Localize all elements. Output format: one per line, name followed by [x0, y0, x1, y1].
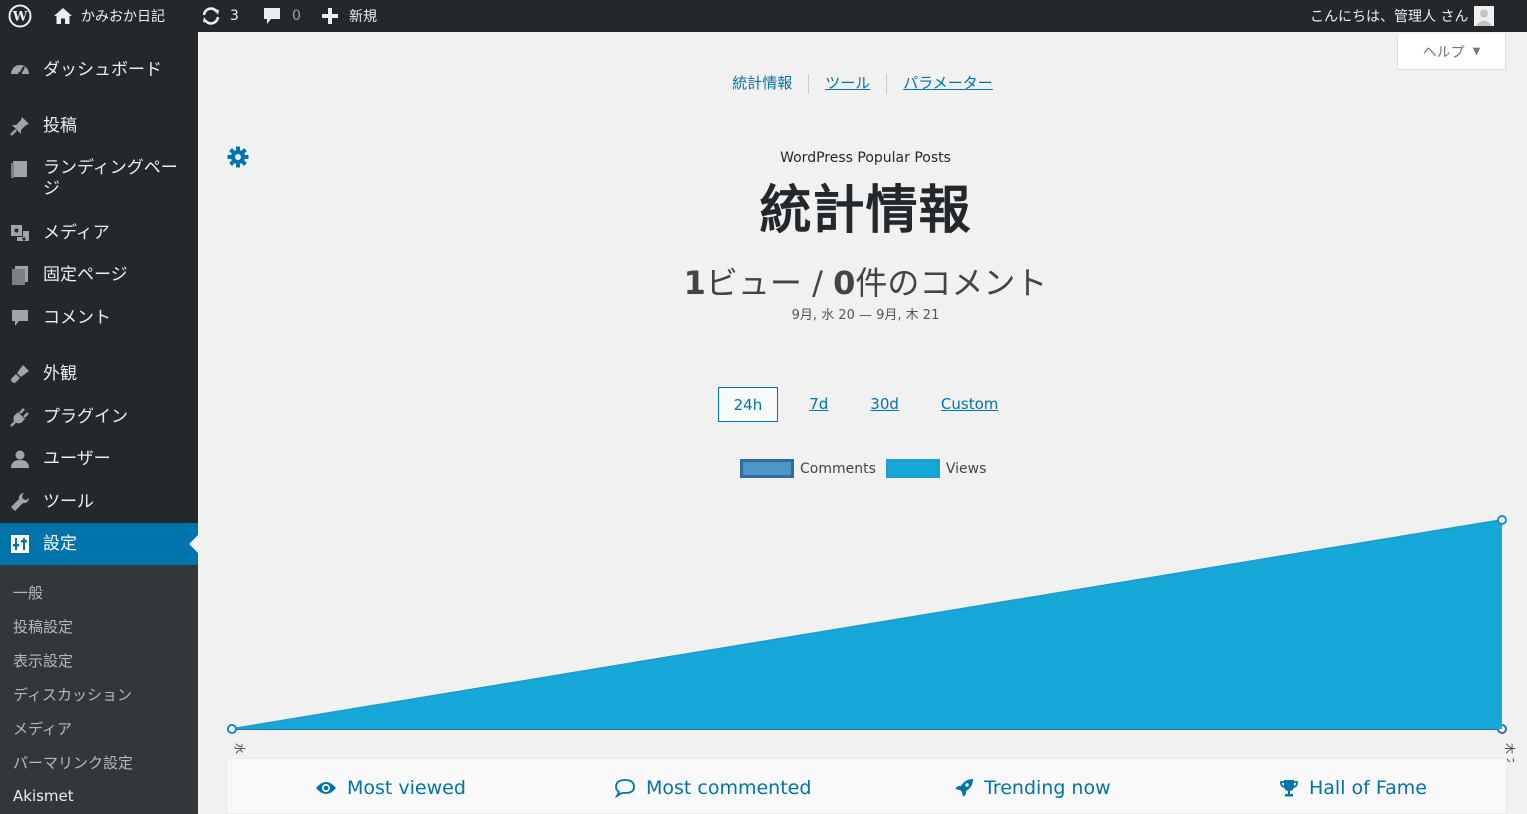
- menu-landing-pages[interactable]: ランディングペー ジ: [0, 158, 198, 208]
- comments-count: 0: [292, 8, 301, 24]
- plugin-subnav: 統計情報 ツール パラメーター: [198, 72, 1527, 94]
- comments-label: 件のコメント: [855, 264, 1048, 302]
- range-tab-24h[interactable]: 24h: [717, 387, 779, 422]
- comment-icon: [264, 8, 280, 24]
- menu-label: ダッシュボード: [43, 60, 162, 80]
- wrench-icon: [11, 492, 30, 511]
- posts-tabs: Most viewed Most commented Trending now …: [226, 758, 1507, 814]
- home-icon: [54, 8, 72, 24]
- menu-plugins[interactable]: プラグイン: [0, 406, 198, 440]
- submenu-item-writing[interactable]: 投稿設定: [13, 616, 73, 637]
- menu-appearance[interactable]: 外観: [0, 363, 198, 397]
- plus-icon: [322, 8, 338, 24]
- media-icon: [11, 225, 29, 241]
- menu-label: コメント: [43, 308, 111, 328]
- range-tab-7d[interactable]: 7d: [794, 387, 843, 422]
- eye-icon: [316, 782, 336, 794]
- menu-posts[interactable]: 投稿: [0, 115, 198, 149]
- menu-label: ユーザー: [43, 449, 111, 469]
- subnav-tools[interactable]: ツール: [809, 74, 886, 92]
- menu-label: 外観: [43, 364, 77, 384]
- submenu-item-akismet[interactable]: Akismet: [13, 787, 74, 805]
- stats-summary: 1ビュー / 0件のコメント: [198, 258, 1527, 304]
- tab-most-viewed[interactable]: Most viewed: [315, 777, 466, 799]
- book-icon: [11, 161, 27, 178]
- range-tab-30d[interactable]: 30d: [855, 387, 914, 422]
- date-range: 9月, 水 20 — 9月, 木 21: [791, 308, 940, 323]
- subnav-stats[interactable]: 統計情報: [716, 74, 808, 92]
- menu-label: メディア: [43, 223, 110, 243]
- range-tabs: 24h 7d 30d Custom: [198, 387, 1527, 422]
- help-button[interactable]: ヘルプ ▼: [1397, 34, 1506, 70]
- submenu-item-discussion[interactable]: ディスカッション: [13, 684, 132, 705]
- comments-link[interactable]: 0: [262, 0, 301, 32]
- menu-label: 投稿: [43, 116, 77, 136]
- new-content-link[interactable]: 新規: [321, 0, 377, 32]
- range-tab-custom[interactable]: Custom: [926, 387, 1013, 422]
- tab-hall-of-fame[interactable]: Hall of Fame: [1279, 777, 1427, 799]
- point-views[interactable]: [227, 724, 237, 734]
- submenu-item-permalinks[interactable]: パーマリンク設定: [13, 752, 133, 773]
- page-icon: [12, 266, 28, 285]
- plugin-name: WordPress Popular Posts: [780, 150, 951, 166]
- submenu-item-reading[interactable]: 表示設定: [13, 650, 73, 671]
- menu-comments[interactable]: コメント: [0, 307, 198, 341]
- speech-bubble-icon: [614, 779, 635, 798]
- submenu-item-media[interactable]: メディア: [13, 718, 72, 739]
- svg-text:W: W: [12, 10, 28, 25]
- my-account-link[interactable]: こんにちは、管理人 さん: [1310, 0, 1495, 32]
- dashboard-icon: [11, 65, 29, 76]
- menu-dashboard[interactable]: ダッシュボード: [0, 59, 198, 93]
- wordpress-logo-icon[interactable]: W: [8, 0, 32, 32]
- page-title: 統計情報: [759, 181, 972, 241]
- user-icon: [11, 450, 29, 468]
- brush-icon: [11, 365, 29, 383]
- menu-label: プラグイン: [43, 407, 128, 427]
- subnav-parameters[interactable]: パラメーター: [887, 74, 1009, 92]
- menu-label: 設定: [43, 534, 77, 554]
- updates-icon: [202, 7, 220, 25]
- help-label: ヘルプ: [1422, 44, 1465, 61]
- menu-pages[interactable]: 固定ページ: [0, 264, 198, 298]
- greeting: こんにちは、管理人 さん: [1310, 9, 1469, 25]
- tab-label: Trending now: [984, 777, 1111, 799]
- views-count: 1: [683, 264, 706, 302]
- menu-label: ランディングペー ジ: [43, 158, 178, 199]
- plugin-icon: [10, 408, 29, 427]
- tab-trending-now[interactable]: Trending now: [954, 777, 1111, 799]
- site-home-link[interactable]: かみおか日記: [53, 0, 165, 32]
- stats-chart: 水 20 木 21: [227, 515, 1516, 762]
- menu-label: 固定ページ: [43, 265, 128, 285]
- views-label: ビュー /: [705, 264, 834, 302]
- menu-users[interactable]: ユーザー: [0, 448, 198, 482]
- pin-icon: [10, 117, 29, 136]
- point-views[interactable]: [1497, 515, 1507, 525]
- settings-icon: [11, 535, 29, 553]
- main-content: ヘルプ ▼ 統計情報 ツール パラメーター WordPress Popular Po…: [198, 32, 1527, 814]
- caret-down-icon: ▼: [1472, 46, 1481, 57]
- tab-label: Most commented: [646, 777, 812, 799]
- rocket-icon: [955, 779, 973, 797]
- updates-link[interactable]: 3: [200, 0, 239, 32]
- comments-count: 0: [833, 264, 856, 302]
- submenu-item-general[interactable]: 一般: [13, 582, 43, 603]
- settings-submenu: 一般 投稿設定 表示設定 ディスカッション メディア パーマリンク設定 Akis…: [0, 565, 198, 814]
- updates-count: 3: [230, 8, 239, 24]
- trophy-icon: [1280, 780, 1298, 797]
- tab-label: Most viewed: [347, 777, 466, 799]
- tab-most-commented[interactable]: Most commented: [614, 777, 811, 799]
- comment-icon: [12, 310, 28, 326]
- tab-label: Hall of Fame: [1309, 777, 1427, 799]
- menu-media[interactable]: メディア: [0, 222, 198, 256]
- avatar: [1474, 6, 1495, 26]
- menu-label: ツール: [43, 492, 94, 512]
- admin-bar: W かみおか日記 3 0 新規 こんにちは、管理人 さん: [0, 0, 1527, 32]
- menu-settings[interactable]: 設定: [0, 523, 198, 565]
- new-label: 新規: [349, 9, 377, 25]
- site-name: かみおか日記: [81, 9, 165, 25]
- menu-tools[interactable]: ツール: [0, 491, 198, 525]
- avatar-icon: [1474, 6, 1495, 26]
